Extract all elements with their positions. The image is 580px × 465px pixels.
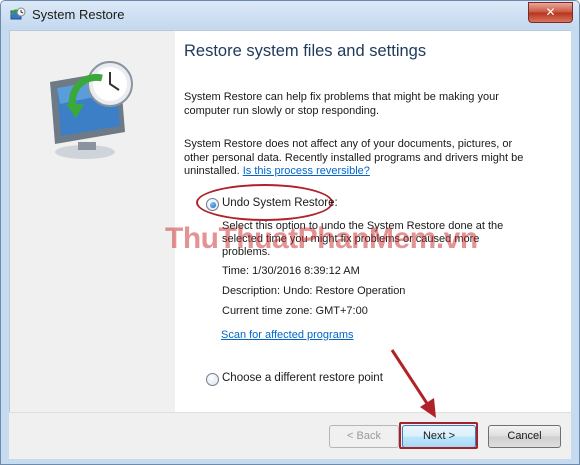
- restore-time: Time: 1/30/2016 8:39:12 AM: [222, 265, 360, 277]
- restore-description: Description: Undo: Restore Operation: [222, 285, 406, 297]
- page-heading: Restore system files and settings: [184, 42, 427, 60]
- choose-restore-point-radio[interactable]: [206, 373, 219, 386]
- restore-timezone: Current time zone: GMT+7:00: [222, 305, 368, 317]
- scan-affected-programs-link[interactable]: Scan for affected programs: [221, 329, 353, 341]
- back-button[interactable]: < Back: [329, 425, 399, 448]
- window-title: System Restore: [32, 7, 125, 22]
- notice-text: System Restore does not affect any of yo…: [184, 138, 534, 179]
- undo-restore-radio[interactable]: [206, 198, 219, 211]
- cancel-button[interactable]: Cancel: [488, 425, 561, 448]
- system-restore-icon: [10, 7, 26, 20]
- reversible-link[interactable]: Is this process reversible?: [243, 165, 370, 177]
- close-icon: ✕: [545, 5, 556, 19]
- undo-restore-label[interactable]: Undo System Restore:: [222, 197, 338, 209]
- button-bar: [9, 412, 571, 459]
- intro-text: System Restore can help fix problems tha…: [184, 91, 499, 117]
- next-button-highlight: [399, 422, 478, 449]
- watermark: ThuThuatPhanMem.vn: [165, 222, 478, 255]
- title-bar[interactable]: System Restore ✕: [1, 1, 579, 29]
- choose-restore-point-label[interactable]: Choose a different restore point: [222, 372, 383, 384]
- close-button[interactable]: ✕: [528, 2, 573, 23]
- system-restore-hero-icon: [50, 61, 133, 159]
